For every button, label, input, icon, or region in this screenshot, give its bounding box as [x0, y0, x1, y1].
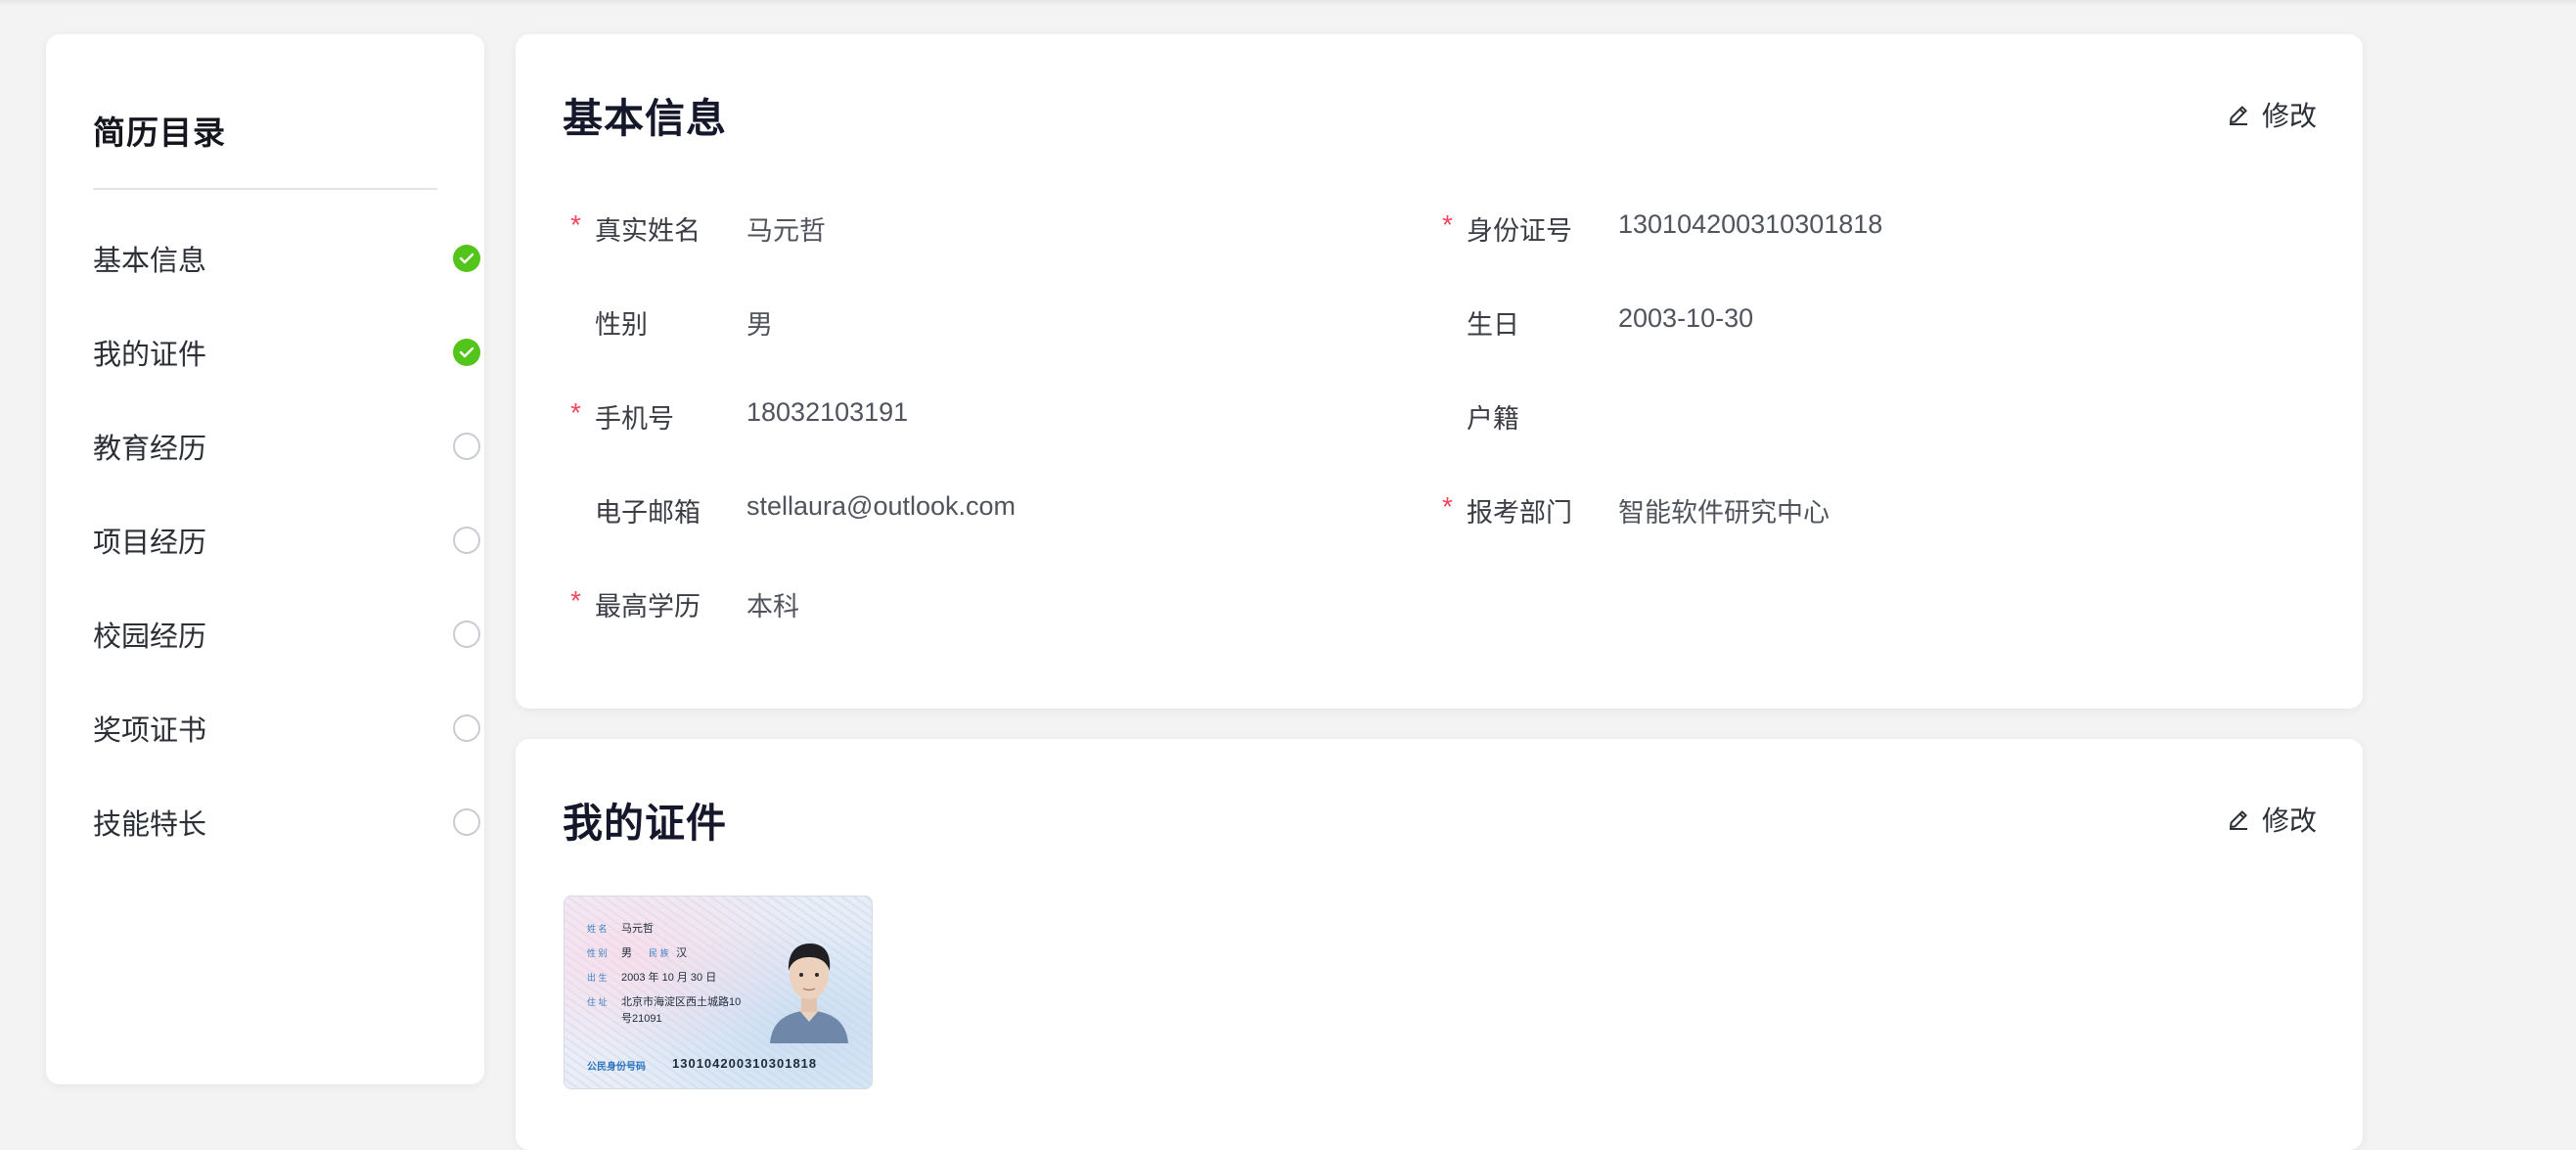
field-department: * 报考部门 智能软件研究中心 — [1434, 487, 2217, 528]
sidebar-item-my-certificates[interactable]: 我的证件 — [93, 305, 484, 399]
sidebar-title: 简历目录 — [93, 115, 226, 151]
field-gender: 性别 男 — [563, 299, 1345, 340]
sidebar-item-label: 奖项证书 — [93, 715, 207, 747]
id-card-ethnicity: 汉 — [676, 947, 688, 959]
sidebar-item-campus[interactable]: 校园经历 — [93, 587, 484, 681]
field-label: 电子邮箱 — [595, 498, 700, 528]
field-label: 手机号 — [595, 404, 674, 434]
id-card-address-row: 住 址 北京市海淀区西土城路10 — [587, 993, 741, 1009]
field-phone: * 手机号 18032103191 — [563, 393, 1345, 434]
field-value: 18032103191 — [746, 397, 909, 427]
sidebar-item-basic-info[interactable]: 基本信息 — [93, 211, 484, 305]
check-circle-icon — [453, 339, 480, 366]
sidebar-item-projects[interactable]: 项目经历 — [93, 493, 484, 587]
id-card-address-line2: 号21091 — [621, 1013, 662, 1025]
certificates-edit-button[interactable]: 修改 — [2227, 800, 2317, 839]
field-birthday: 生日 2003-10-30 — [1434, 299, 2217, 340]
field-id-number: * 身份证号 130104200310301818 — [1434, 206, 2217, 246]
basic-info-edit-button[interactable]: 修改 — [2227, 95, 2317, 134]
id-card-label: 民 族 — [649, 948, 669, 958]
id-card-number: 130104200310301818 — [672, 1056, 818, 1071]
sidebar-item-education[interactable]: 教育经历 — [93, 399, 484, 493]
sidebar-item-skills[interactable]: 技能特长 — [93, 775, 484, 869]
field-household-registration: 户籍 — [1434, 393, 2217, 434]
field-education-level: * 最高学历 本科 — [563, 581, 1345, 621]
sidebar-divider — [93, 188, 437, 190]
field-value: 马元哲 — [746, 216, 826, 246]
empty-circle-icon — [453, 433, 480, 460]
required-star: * — [570, 209, 581, 240]
field-value: stellaura@outlook.com — [746, 491, 1017, 521]
id-card-label: 性 别 — [587, 948, 608, 958]
resume-directory: 简历目录 基本信息 我的证件 教育经历 项目经历 校园经历 奖项证书 技能特长 — [46, 34, 484, 1084]
required-star: * — [570, 397, 581, 428]
field-label: 报考部门 — [1467, 498, 1572, 528]
sidebar-item-label: 我的证件 — [93, 340, 207, 371]
sidebar-item-label: 技能特长 — [93, 809, 207, 841]
field-label: 身份证号 — [1467, 216, 1572, 246]
id-card-address: 北京市海淀区西土城路10 — [621, 996, 742, 1008]
id-card-birth-row: 出 生 2003 年 10 月 30 日 — [587, 969, 716, 985]
id-card-label: 出 生 — [587, 973, 608, 983]
required-star: * — [1442, 209, 1453, 240]
field-label: 真实姓名 — [595, 216, 700, 246]
certificates-card: 我的证件 修改 姓 名 马元哲 性 别 男 民 族汉 出 生 2003 年 10 月 … — [516, 739, 2363, 1150]
sidebar-item-awards[interactable]: 奖项证书 — [93, 681, 484, 775]
edit-icon — [2229, 810, 2247, 830]
id-card-gender-row: 性 别 男 民 族汉 — [587, 944, 687, 960]
basic-info-title: 基本信息 — [563, 96, 727, 141]
id-card-image[interactable]: 姓 名 马元哲 性 别 男 民 族汉 出 生 2003 年 10 月 30 日 住 址… — [564, 896, 873, 1089]
certificates-title: 我的证件 — [563, 801, 727, 846]
basic-info-card: 基本信息 修改 * 真实姓名 马元哲 * 身份证号 13010420031030… — [516, 34, 2363, 709]
empty-circle-icon — [453, 808, 480, 836]
edit-icon — [2229, 106, 2247, 125]
field-label: 最高学历 — [595, 592, 700, 621]
id-card-name-row: 姓 名 马元哲 — [587, 920, 654, 936]
id-card-birth: 2003 年 10 月 30 日 — [621, 972, 717, 984]
top-shadow — [0, 0, 2576, 6]
sidebar-item-label: 校园经历 — [93, 621, 207, 653]
portrait-photo-icon — [770, 943, 848, 1043]
field-value: 2003-10-30 — [1618, 303, 1754, 333]
field-value: 男 — [746, 310, 773, 340]
field-label: 生日 — [1467, 310, 1519, 340]
sidebar-item-label: 基本信息 — [93, 246, 207, 277]
empty-circle-icon — [453, 714, 480, 742]
id-card-name: 马元哲 — [621, 923, 654, 935]
field-label: 户籍 — [1467, 404, 1519, 434]
field-email: 电子邮箱 stellaura@outlook.com — [563, 487, 1345, 528]
field-real-name: * 真实姓名 马元哲 — [563, 206, 1345, 246]
field-value: 130104200310301818 — [1618, 209, 1883, 239]
id-card-number-label: 公民身份号码 — [587, 1062, 646, 1073]
field-value: 本科 — [746, 592, 799, 621]
id-card-label: 姓 名 — [587, 924, 608, 934]
edit-label: 修改 — [2261, 101, 2317, 131]
edit-label: 修改 — [2261, 805, 2317, 836]
empty-circle-icon — [453, 621, 480, 648]
id-card-label: 住 址 — [587, 997, 608, 1007]
required-star: * — [1442, 491, 1453, 522]
field-value: 智能软件研究中心 — [1618, 498, 1830, 528]
required-star: * — [570, 585, 581, 616]
empty-circle-icon — [453, 527, 480, 554]
sidebar-item-label: 项目经历 — [93, 528, 207, 559]
sidebar-item-label: 教育经历 — [93, 434, 207, 465]
check-circle-icon — [453, 245, 480, 272]
id-card-gender: 男 — [621, 947, 632, 959]
sidebar-nav: 基本信息 我的证件 教育经历 项目经历 校园经历 奖项证书 技能特长 — [93, 211, 484, 869]
field-label: 性别 — [595, 310, 648, 340]
